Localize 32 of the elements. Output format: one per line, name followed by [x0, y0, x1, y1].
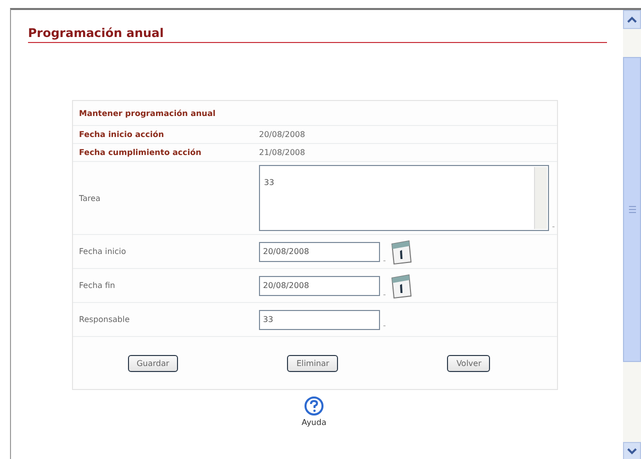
- required-mark: -: [383, 290, 386, 298]
- scrollbar[interactable]: [623, 10, 641, 459]
- input-field[interactable]: 33: [259, 310, 380, 330]
- field-value: 20/08/2008: [259, 130, 306, 139]
- text-area-scrollbar[interactable]: [534, 167, 547, 229]
- input-field[interactable]: 20/08/2008: [259, 242, 380, 262]
- field-label: Fecha inicio: [79, 247, 128, 256]
- help-link[interactable]: Ayuda: [302, 418, 326, 427]
- field-label: Fecha fin: [79, 281, 116, 290]
- help-icon[interactable]: [304, 396, 324, 416]
- form-heading: Mantener programación anual: [79, 108, 216, 118]
- calendar-icon[interactable]: [388, 272, 413, 298]
- page-title: Programación anual: [28, 26, 607, 43]
- form-button[interactable]: Eliminar: [287, 354, 338, 372]
- text-area[interactable]: 33: [259, 165, 549, 231]
- form-button[interactable]: Guardar: [128, 354, 178, 372]
- scroll-up-button[interactable]: [623, 10, 641, 29]
- required-mark: -: [552, 222, 555, 231]
- field-label: Fecha cumplimiento acción: [79, 148, 202, 157]
- required-mark: -: [383, 320, 386, 330]
- required-mark: -: [383, 256, 386, 264]
- field-label: Tarea: [79, 194, 102, 202]
- input-field[interactable]: 20/08/2008: [259, 276, 380, 296]
- form-button[interactable]: Volver: [447, 354, 490, 372]
- field-label: Responsable: [79, 315, 131, 324]
- field-value: 21/08/2008: [259, 148, 306, 157]
- caret-down-icon: [627, 448, 637, 455]
- field-label: Fecha inicio acción: [79, 130, 165, 139]
- calendar-icon[interactable]: [388, 238, 413, 264]
- scroll-down-button[interactable]: [623, 442, 641, 459]
- caret-up-icon: [627, 16, 637, 23]
- scroll-thumb[interactable]: [623, 57, 641, 362]
